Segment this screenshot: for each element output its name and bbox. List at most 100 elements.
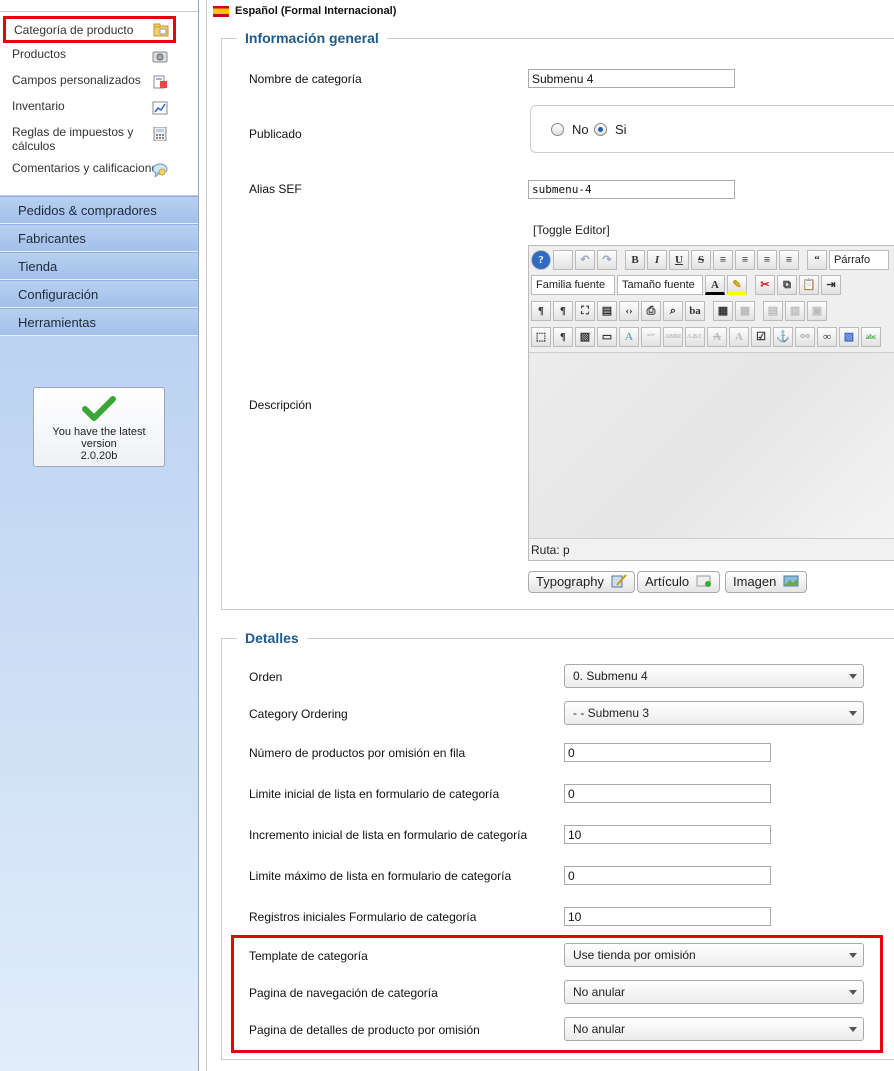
abbr-icon[interactable]: ABBR — [663, 327, 683, 347]
category-browse-page-value: No anular — [573, 985, 626, 999]
typography-button[interactable]: Typography — [528, 571, 635, 593]
published-yes-label: Si — [615, 122, 627, 137]
visual-aid-icon[interactable]: ⬚ — [531, 327, 551, 347]
camera-icon — [152, 51, 168, 63]
picture-icon — [783, 575, 799, 587]
align-center-icon[interactable]: ≡ — [735, 250, 755, 270]
quote-icon[interactable]: “” — [641, 327, 661, 347]
link-icon[interactable]: ∞ — [817, 327, 837, 347]
layer-icon[interactable]: ▭ — [597, 327, 617, 347]
underline-icon[interactable]: U — [669, 250, 689, 270]
published-no-radio[interactable] — [551, 123, 564, 136]
details-legend: Detalles — [245, 630, 299, 646]
copy-icon[interactable]: ⧉ — [777, 275, 797, 295]
category-name-label: Nombre de categoría — [249, 72, 362, 86]
text-color-icon[interactable]: A — [705, 275, 725, 295]
print-icon[interactable]: ⎙ — [641, 301, 661, 321]
indent-icon[interactable]: ⇥ — [821, 275, 841, 295]
initial-rows-input[interactable] — [564, 907, 771, 926]
order-select-value: 0. Submenu 4 — [573, 669, 648, 683]
table-icon[interactable]: ▦ — [713, 301, 733, 321]
find-icon[interactable]: ⌕ — [663, 301, 683, 321]
align-justify-icon[interactable]: ≡ — [713, 250, 733, 270]
product-details-page-label: Pagina de detalles de producto por omisi… — [249, 1023, 480, 1037]
products-per-row-input[interactable] — [564, 743, 771, 762]
rtl-icon[interactable]: ¶ — [553, 301, 573, 321]
ltr-icon[interactable]: ¶ — [531, 301, 551, 321]
alias-input[interactable] — [528, 180, 735, 199]
toggle-editor-link[interactable]: [Toggle Editor] — [533, 223, 610, 237]
help-icon[interactable]: ? — [531, 250, 551, 270]
bold-icon[interactable]: B — [625, 250, 645, 270]
font-family-value: Familia fuente — [536, 279, 606, 291]
category-name-input[interactable] — [528, 69, 735, 88]
sidebar-item-configuration[interactable]: Configuración — [0, 280, 198, 308]
blockquote-icon[interactable]: “ — [807, 250, 827, 270]
sidebar-item-store[interactable]: Tienda — [0, 252, 198, 280]
alias-label: Alias SEF — [249, 182, 302, 196]
highlight-color-icon[interactable]: ✎ — [727, 275, 747, 295]
align-right-icon[interactable]: ≡ — [779, 250, 799, 270]
font-family-select[interactable]: Familia fuente — [531, 275, 615, 295]
sidebar-item-reviews[interactable]: Comentarios y calificaciones — [0, 157, 198, 183]
sidebar-item-products[interactable]: Productos — [0, 43, 198, 69]
editor-content-area[interactable] — [529, 352, 894, 540]
checkmark-icon — [82, 396, 116, 421]
show-blocks-icon[interactable]: ¶ — [553, 327, 573, 347]
table-delete-icon[interactable]: ▦ — [735, 301, 755, 321]
sidebar-item-custom-fields[interactable]: Campos personalizados — [0, 69, 198, 95]
sidebar-item-tools[interactable]: Herramientas — [0, 308, 198, 336]
replace-icon[interactable]: ba — [685, 301, 705, 321]
paragraph-format-select[interactable]: Párrafo — [829, 250, 889, 270]
list-limit-max-input[interactable] — [564, 866, 771, 885]
sidebar-submenu: Categoría de producto Productos Campos p… — [0, 12, 198, 196]
new-document-icon[interactable] — [553, 250, 573, 270]
list-limit-start-input[interactable] — [564, 784, 771, 803]
table-row-icon[interactable]: ▤ — [763, 301, 783, 321]
sidebar-item-manufacturers[interactable]: Fabricantes — [0, 224, 198, 252]
attributes-icon[interactable]: ☑ — [751, 327, 771, 347]
category-ordering-select[interactable]: - - Submenu 3 — [564, 701, 864, 725]
anchor-icon[interactable]: ⚓ — [773, 327, 793, 347]
cut-icon[interactable]: ✂ — [755, 275, 775, 295]
image-icon[interactable]: ▨ — [839, 327, 859, 347]
table-col-icon[interactable]: ▥ — [785, 301, 805, 321]
published-yes-radio[interactable] — [594, 123, 607, 136]
sidebar-item-inventory[interactable]: Inventario — [0, 95, 198, 121]
category-browse-page-select[interactable]: No anular — [564, 980, 864, 1004]
published-no-label: No — [572, 122, 589, 137]
paste-icon[interactable]: 📋 — [799, 275, 819, 295]
undo-icon[interactable]: ↶ — [575, 250, 595, 270]
template-icon[interactable]: ▧ — [575, 327, 595, 347]
category-template-select[interactable]: Use tienda por omisión — [564, 943, 864, 967]
sidebar-item-orders[interactable]: Pedidos & compradores — [0, 196, 198, 224]
strikethrough-icon[interactable]: S — [691, 250, 711, 270]
unlink-icon[interactable]: ⚯ — [795, 327, 815, 347]
image-button[interactable]: Imagen — [725, 571, 807, 593]
sidebar-item-label: Productos — [12, 47, 67, 61]
sidebar-item-tax-rules[interactable]: Reglas de impuestos y cálculos — [0, 121, 198, 157]
article-button[interactable]: Artículo — [637, 571, 720, 593]
sidebar-item-label: Inventario — [12, 99, 65, 113]
del-icon[interactable]: A — [707, 327, 727, 347]
style-icon[interactable]: A — [619, 327, 639, 347]
align-left-icon[interactable]: ≡ — [757, 250, 777, 270]
table-merge-icon[interactable]: ▣ — [807, 301, 827, 321]
edit-icon — [611, 574, 627, 588]
acronym-icon[interactable]: A.B.C — [685, 327, 705, 347]
italic-icon[interactable]: I — [647, 250, 667, 270]
order-select[interactable]: 0. Submenu 4 — [564, 664, 864, 688]
redo-icon[interactable]: ↷ — [597, 250, 617, 270]
product-details-page-select[interactable]: No anular — [564, 1017, 864, 1041]
sidebar-item-label: Comentarios y calificaciones — [12, 161, 165, 175]
category-template-label: Template de categoría — [249, 949, 368, 963]
font-size-select[interactable]: Tamaño fuente — [617, 275, 703, 295]
sidebar-item-product-category[interactable]: Categoría de producto — [3, 16, 176, 43]
ins-icon[interactable]: A — [729, 327, 749, 347]
code-icon[interactable]: ‹› — [619, 301, 639, 321]
fullscreen-icon[interactable]: ⛶ — [575, 301, 595, 321]
preview-icon[interactable]: ▤ — [597, 301, 617, 321]
chevron-down-icon — [849, 674, 857, 679]
list-limit-step-input[interactable] — [564, 825, 771, 844]
spellcheck-icon[interactable]: abc — [861, 327, 881, 347]
